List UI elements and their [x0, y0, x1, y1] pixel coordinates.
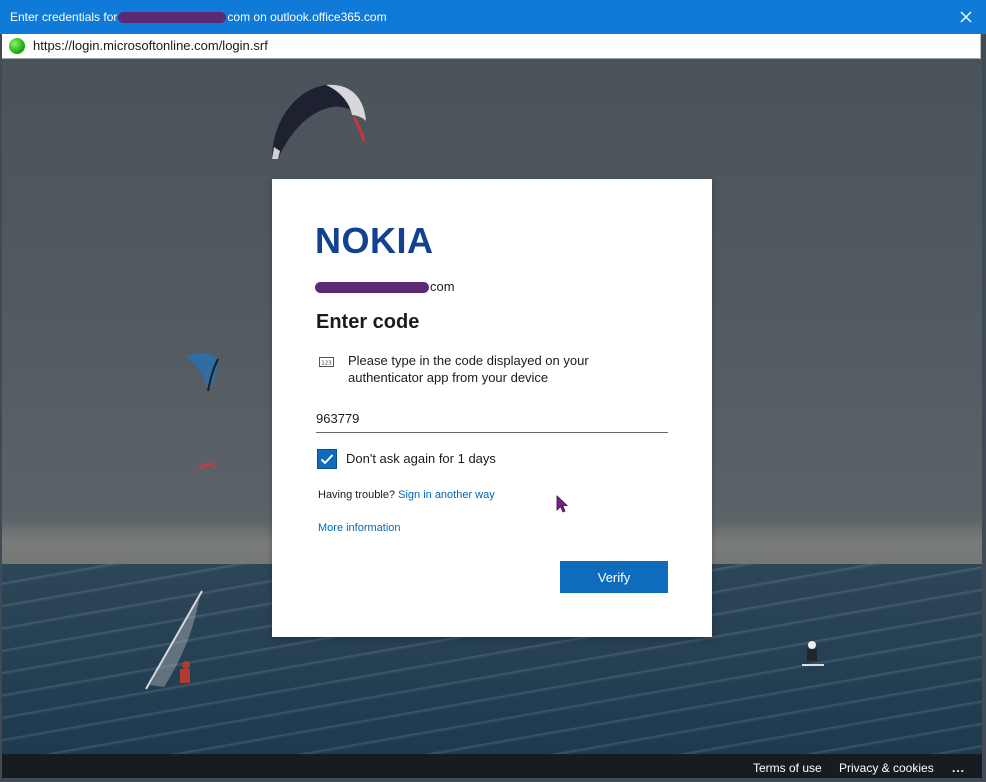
- code-keypad-icon: 123: [319, 357, 334, 367]
- redacted-email-mark: [315, 282, 429, 294]
- verify-button[interactable]: Verify: [560, 561, 668, 593]
- remember-checkbox[interactable]: [317, 449, 337, 469]
- trouble-label: Having trouble?: [318, 489, 396, 501]
- window-title-prefix: Enter credentials for: [10, 10, 118, 24]
- more-information-link[interactable]: More information: [318, 522, 401, 534]
- window-titlebar: Enter credentials for com on outlook.offi…: [0, 0, 986, 34]
- window-title-suffix: com on outlook.office365.com: [227, 10, 387, 24]
- sign-in-dialog: NOKIA com Enter code 123 Please type in …: [272, 179, 712, 637]
- close-button[interactable]: [954, 5, 978, 29]
- svg-text:123: 123: [321, 360, 332, 366]
- secure-connection-icon: [9, 38, 25, 54]
- account-identifier: com: [315, 278, 455, 296]
- page-title: Enter code: [316, 311, 420, 333]
- account-suffix: com: [430, 279, 455, 294]
- checkmark-icon: [320, 454, 334, 465]
- terms-of-use-link[interactable]: Terms of use: [753, 754, 822, 778]
- nokia-logo: NOKIA: [315, 223, 434, 257]
- remember-label[interactable]: Don't ask again for 1 days: [346, 451, 496, 466]
- redacted-email-mark: [118, 12, 227, 24]
- kitesurfer-icon: [802, 641, 824, 666]
- kite-large-icon: [272, 84, 366, 159]
- window-title: Enter credentials for com on outlook.offi…: [10, 0, 387, 34]
- close-icon: [960, 11, 972, 23]
- sign-in-another-way-link[interactable]: Sign in another way: [398, 489, 495, 501]
- trouble-text: Having trouble? Sign in another way: [318, 489, 495, 501]
- privacy-cookies-link[interactable]: Privacy & cookies: [839, 754, 934, 778]
- mouse-cursor-icon: [556, 495, 568, 513]
- code-input[interactable]: [316, 404, 668, 433]
- address-bar: https://login.microsoftonline.com/login.…: [2, 34, 981, 59]
- kite-tiny-icon: [198, 462, 216, 471]
- windsurfer-icon: [145, 590, 203, 690]
- svg-text:NOKIA: NOKIA: [315, 223, 434, 257]
- more-options-link[interactable]: ...: [952, 754, 965, 778]
- address-url[interactable]: https://login.microsoftonline.com/login.…: [33, 34, 268, 58]
- code-instructions: Please type in the code displayed on you…: [348, 353, 589, 385]
- kite-small-icon: [186, 352, 219, 392]
- page-footer: Terms of use Privacy & cookies ...: [2, 754, 982, 778]
